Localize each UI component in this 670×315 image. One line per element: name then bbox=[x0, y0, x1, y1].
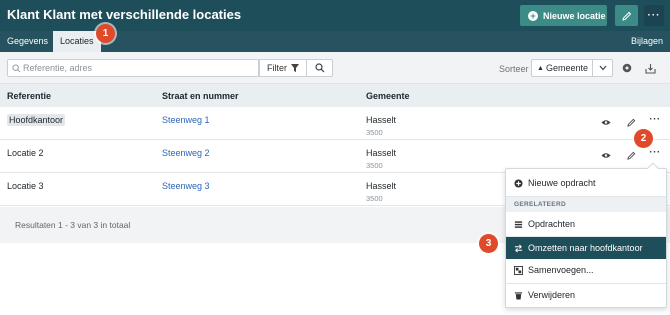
more-icon[interactable]: ··· bbox=[649, 113, 661, 125]
city-cell: Hasselt bbox=[366, 181, 397, 191]
filter-button[interactable]: Filter bbox=[259, 59, 307, 77]
street-link[interactable]: Steenweg 1 bbox=[162, 115, 210, 125]
row-actions-menu: Nieuwe opdracht GERELATEERD Opdrachten O… bbox=[505, 168, 667, 308]
toolbar: Referentie, adres Filter Sorteer ▲ Gemee… bbox=[0, 52, 670, 84]
city-cell: Hasselt bbox=[366, 148, 397, 158]
more-icon: ··· bbox=[647, 10, 661, 21]
settings-button[interactable] bbox=[621, 62, 633, 74]
column-header-city[interactable]: Gemeente bbox=[366, 91, 410, 101]
tab-bijlagen[interactable]: Bijlagen bbox=[631, 31, 663, 52]
new-location-label: Nieuwe locatie bbox=[543, 10, 606, 21]
new-location-button[interactable]: + Nieuwe locatie bbox=[520, 5, 607, 26]
results-count: Resultaten 1 - 3 van 3 in totaal bbox=[15, 220, 131, 230]
swap-icon bbox=[514, 244, 523, 252]
street-link[interactable]: Steenweg 2 bbox=[162, 148, 210, 158]
page-title: Klant Klant met verschillende locaties bbox=[7, 7, 242, 22]
menu-label: Omzetten naar hoofdkantoor bbox=[528, 243, 643, 253]
edit-row-button[interactable] bbox=[625, 149, 637, 161]
sort-select[interactable]: ▲ Gemeente bbox=[531, 59, 593, 77]
pencil-icon bbox=[621, 11, 631, 21]
merge-icon bbox=[514, 265, 523, 275]
column-header-reference[interactable]: Referentie bbox=[7, 91, 51, 101]
export-button[interactable] bbox=[644, 62, 656, 74]
menu-section-related: GERELATEERD bbox=[506, 197, 666, 212]
zip-cell: 3500 bbox=[366, 128, 383, 137]
callout-3: 3 bbox=[479, 234, 498, 253]
view-button[interactable] bbox=[600, 149, 612, 161]
city-cell: Hasselt bbox=[366, 115, 397, 125]
list-icon bbox=[514, 220, 523, 228]
callout-1: 1 bbox=[96, 24, 115, 43]
plus-circle-icon bbox=[514, 178, 523, 188]
menu-label: Samenvoegen... bbox=[528, 265, 594, 275]
tab-gegevens[interactable]: Gegevens bbox=[0, 31, 55, 52]
export-icon bbox=[644, 63, 656, 74]
tab-locaties[interactable]: Locaties bbox=[53, 31, 101, 52]
sort-dropdown-button[interactable] bbox=[593, 59, 613, 77]
search-icon bbox=[12, 64, 21, 73]
menu-label: Opdrachten bbox=[528, 219, 576, 229]
column-header-street[interactable]: Straat en nummer bbox=[162, 91, 239, 101]
search-button[interactable] bbox=[307, 59, 333, 77]
menu-item-convert-headquarters[interactable]: Omzetten naar hoofdkantoor bbox=[506, 237, 666, 259]
sort-arrow-icon: ▲ bbox=[537, 64, 544, 72]
street-link[interactable]: Steenweg 3 bbox=[162, 181, 210, 191]
menu-item-delete[interactable]: Verwijderen bbox=[506, 284, 666, 306]
zip-cell: 3500 bbox=[366, 194, 383, 203]
table-header: Referentie Straat en nummer Gemeente bbox=[0, 84, 670, 107]
view-button[interactable] bbox=[600, 116, 612, 128]
callout-2: 2 bbox=[634, 129, 653, 148]
filter-label: Filter bbox=[267, 63, 287, 73]
reference-tag: Hoofdkantoor bbox=[7, 114, 66, 126]
search-placeholder: Referentie, adres bbox=[23, 63, 93, 73]
chevron-down-icon bbox=[599, 65, 606, 71]
pencil-icon bbox=[626, 118, 635, 127]
table-row[interactable]: Hoofdkantoor Steenweg 1 Hasselt 3500 ··· bbox=[0, 107, 670, 140]
menu-label: Verwijderen bbox=[528, 290, 576, 300]
search-input[interactable]: Referentie, adres bbox=[7, 59, 259, 77]
sort-label: Sorteer bbox=[499, 64, 529, 74]
menu-item-new-order[interactable]: Nieuwe opdracht bbox=[506, 172, 666, 194]
header-more-button[interactable]: ··· bbox=[644, 5, 664, 26]
plus-circle-icon: + bbox=[528, 10, 538, 21]
edit-button[interactable] bbox=[615, 5, 638, 26]
settings-icon bbox=[622, 63, 632, 73]
edit-row-button[interactable] bbox=[625, 116, 637, 128]
menu-label: Nieuwe opdracht bbox=[528, 178, 596, 188]
menu-item-merge[interactable]: Samenvoegen... bbox=[506, 259, 666, 281]
zip-cell: 3500 bbox=[366, 161, 383, 170]
trash-icon bbox=[514, 291, 523, 300]
pencil-icon bbox=[626, 151, 635, 160]
eye-icon bbox=[601, 119, 611, 125]
menu-item-orders[interactable]: Opdrachten bbox=[506, 213, 666, 235]
filter-icon bbox=[291, 64, 299, 72]
search-icon bbox=[314, 63, 324, 73]
sort-value: Gemeente bbox=[545, 63, 588, 73]
reference-cell: Locatie 3 bbox=[7, 181, 44, 191]
reference-cell: Locatie 2 bbox=[7, 148, 44, 158]
more-icon[interactable]: ··· bbox=[649, 146, 661, 158]
eye-icon bbox=[601, 152, 611, 158]
